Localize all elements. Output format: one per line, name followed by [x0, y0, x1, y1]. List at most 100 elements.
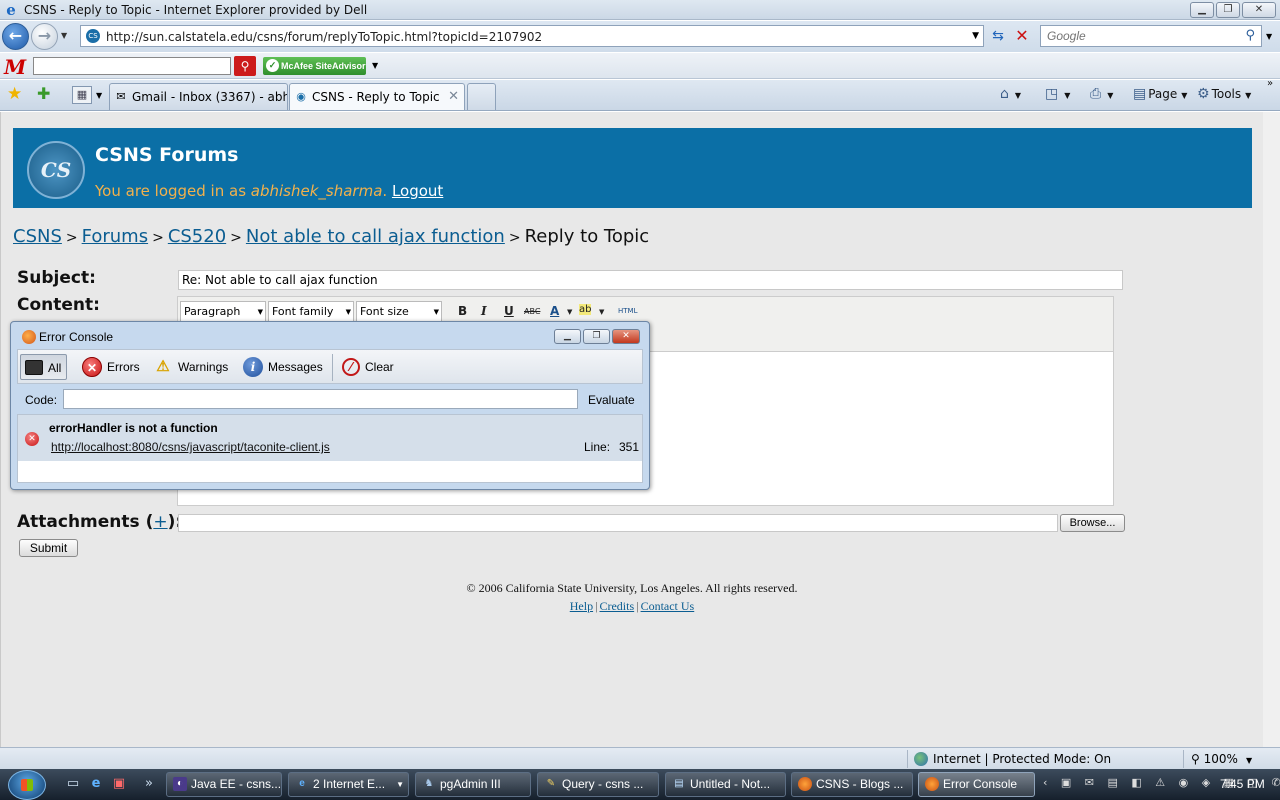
contact-us-link[interactable]: Contact Us [641, 599, 695, 613]
chevron-more-icon[interactable]: » [1267, 78, 1273, 89]
taskbar-item-notepad[interactable]: ▤ Untitled - Not... [665, 772, 786, 797]
chevron-down-icon[interactable]: ▼ [567, 308, 572, 316]
html-source-button[interactable]: HTML [618, 307, 637, 315]
breadcrumb-cs520[interactable]: CS520 [168, 226, 226, 247]
chevron-more-icon[interactable]: » [140, 775, 158, 793]
page-menu-label: Page [1148, 87, 1178, 101]
home-button[interactable]: ⌂ ▼ [1000, 86, 1021, 102]
format-select[interactable]: Paragraph ▼ [180, 301, 266, 323]
login-status: You are logged in as abhishek_sharma. Lo… [95, 182, 443, 200]
chevron-down-icon[interactable]: ▼ [599, 308, 604, 316]
highlight-button[interactable]: ab [579, 304, 592, 315]
siteadvisor-dropdown[interactable]: ▼ [372, 61, 378, 70]
font-family-select[interactable]: Font family ▼ [268, 301, 354, 323]
credits-link[interactable]: Credits [599, 599, 634, 613]
toolbar-search-input[interactable] [33, 57, 231, 75]
security-zone[interactable]: Internet | Protected Mode: On [914, 752, 1111, 766]
system-clock[interactable]: 7:45 PM [1220, 777, 1265, 791]
help-link[interactable]: Help [570, 599, 593, 613]
console-error-entry[interactable]: ✕ errorHandler is not a function http://… [18, 415, 642, 461]
siteadvisor-button[interactable]: ✓ McAfee SiteAdvisor [263, 57, 366, 75]
attachment-file-input[interactable] [178, 514, 1058, 532]
app-quicklaunch-icon[interactable]: ▣ [110, 775, 128, 793]
favorites-star-icon[interactable]: ★ [7, 84, 22, 104]
taskbar-item-label: 2 Internet E... [313, 777, 386, 791]
maximize-button[interactable]: ❐ [1216, 2, 1240, 18]
tab-csns-reply[interactable]: ◉ CSNS - Reply to Topic ✕ [289, 83, 465, 110]
submit-button[interactable]: Submit [19, 539, 78, 557]
print-button[interactable]: ⎙ ▼ [1090, 86, 1113, 102]
close-window-button[interactable]: ✕ [1242, 2, 1276, 18]
filter-messages-button[interactable]: i Messages [239, 354, 323, 380]
taskbar-item-query[interactable]: ✎ Query - csns ... [537, 772, 659, 797]
address-dropdown-arrow[interactable]: ▼ [972, 31, 979, 41]
search-input[interactable] [1041, 26, 1231, 46]
taskbar-item-error-console[interactable]: Error Console [918, 772, 1035, 797]
mcafee-logo: M [4, 55, 27, 79]
console-close-button[interactable]: ✕ [612, 329, 640, 344]
strikethrough-button[interactable]: ABC [524, 307, 540, 316]
start-button[interactable] [8, 770, 46, 800]
show-desktop-icon[interactable]: ▭ [64, 775, 82, 793]
terminal-icon [25, 360, 43, 376]
zoom-control[interactable]: ⚲ 100% ▼ [1191, 752, 1252, 766]
new-tab-button[interactable] [467, 83, 496, 110]
console-toolbar: All ✕ Errors ⚠ Warnings i Messages ⁄ Clear [17, 349, 643, 384]
toolbar-search-button[interactable]: ⚲ [234, 56, 256, 76]
minimize-button[interactable]: ▁ [1190, 2, 1214, 18]
add-attachment-link[interactable]: + [153, 512, 167, 532]
taskbar-item-eclipse[interactable]: ◐ Java EE - csns... [166, 772, 282, 797]
vertical-scrollbar[interactable] [1263, 112, 1280, 747]
search-icon[interactable]: ⚲ [1245, 28, 1255, 43]
breadcrumb-current: Reply to Topic [524, 226, 650, 247]
refresh-icon[interactable]: ⇆ [987, 25, 1009, 47]
console-maximize-button[interactable]: ❐ [583, 329, 610, 344]
console-minimize-button[interactable]: ▁ [554, 329, 581, 344]
url-text[interactable]: http://sun.calstatela.edu/csns/forum/rep… [106, 30, 542, 44]
breadcrumb-csns[interactable]: CSNS [13, 226, 62, 247]
firefox-icon [798, 777, 812, 791]
filter-warnings-button[interactable]: ⚠ Warnings [149, 354, 228, 380]
copyright-text: © 2006 California State University, Los … [466, 581, 798, 595]
italic-button[interactable]: I [481, 304, 487, 318]
logout-link[interactable]: Logout [392, 182, 443, 200]
subject-input[interactable] [178, 270, 1123, 290]
stop-icon[interactable]: ✕ [1011, 25, 1033, 47]
forward-button[interactable]: → [31, 23, 58, 50]
underline-button[interactable]: U [504, 304, 514, 318]
taskbar-item-csns-blogs[interactable]: CSNS - Blogs ... [791, 772, 913, 797]
quick-tabs-icon[interactable]: ▦ [72, 86, 92, 104]
clear-button[interactable]: ⁄ Clear [338, 354, 394, 380]
add-favorite-icon[interactable]: ✚ [37, 84, 50, 103]
text-color-button[interactable]: A [550, 304, 559, 318]
error-icon: ✕ [25, 432, 39, 446]
back-button[interactable]: ← [2, 23, 29, 50]
recent-pages-dropdown[interactable]: ▼ [61, 31, 67, 40]
search-options-dropdown[interactable]: ▼ [1266, 32, 1272, 41]
bold-button[interactable]: B [458, 304, 467, 318]
evaluate-button[interactable]: Evaluate [588, 393, 635, 407]
tab-label: Gmail - Inbox (3367) - abhi... [132, 90, 288, 104]
taskbar-item-pgadmin[interactable]: ♞ pgAdmin III [415, 772, 531, 797]
tools-menu[interactable]: ⚙ Tools ▼ [1197, 86, 1251, 102]
taskbar-item-internet-explorer[interactable]: e 2 Internet E... ▼ [288, 772, 409, 797]
ie-quicklaunch-icon[interactable]: e [87, 775, 105, 793]
address-field[interactable]: CS http://sun.calstatela.edu/csns/forum/… [80, 25, 984, 47]
filter-errors-button[interactable]: ✕ Errors [78, 354, 140, 380]
search-box[interactable]: ⚲ [1040, 25, 1262, 47]
tab-gmail[interactable]: ✉ Gmail - Inbox (3367) - abhi... [109, 83, 288, 110]
feeds-button[interactable]: ◳ ▼ [1045, 86, 1070, 102]
internet-explorer-icon: e [6, 1, 16, 19]
tab-list-dropdown[interactable]: ▼ [96, 91, 102, 100]
footer-separator: | [595, 599, 598, 613]
filter-all-button[interactable]: All [20, 354, 68, 380]
code-input[interactable] [63, 389, 578, 409]
browse-button[interactable]: Browse... [1060, 514, 1125, 532]
page-menu[interactable]: ▤ Page ▼ [1133, 86, 1187, 102]
breadcrumb-forums[interactable]: Forums [82, 226, 148, 247]
breadcrumb-topic[interactable]: Not able to call ajax function [246, 226, 505, 247]
error-source-link[interactable]: http://localhost:8080/csns/javascript/ta… [51, 440, 330, 454]
taskbar-item-label: pgAdmin III [440, 777, 501, 791]
close-tab-icon[interactable]: ✕ [448, 84, 459, 110]
font-size-select[interactable]: Font size ▼ [356, 301, 442, 323]
